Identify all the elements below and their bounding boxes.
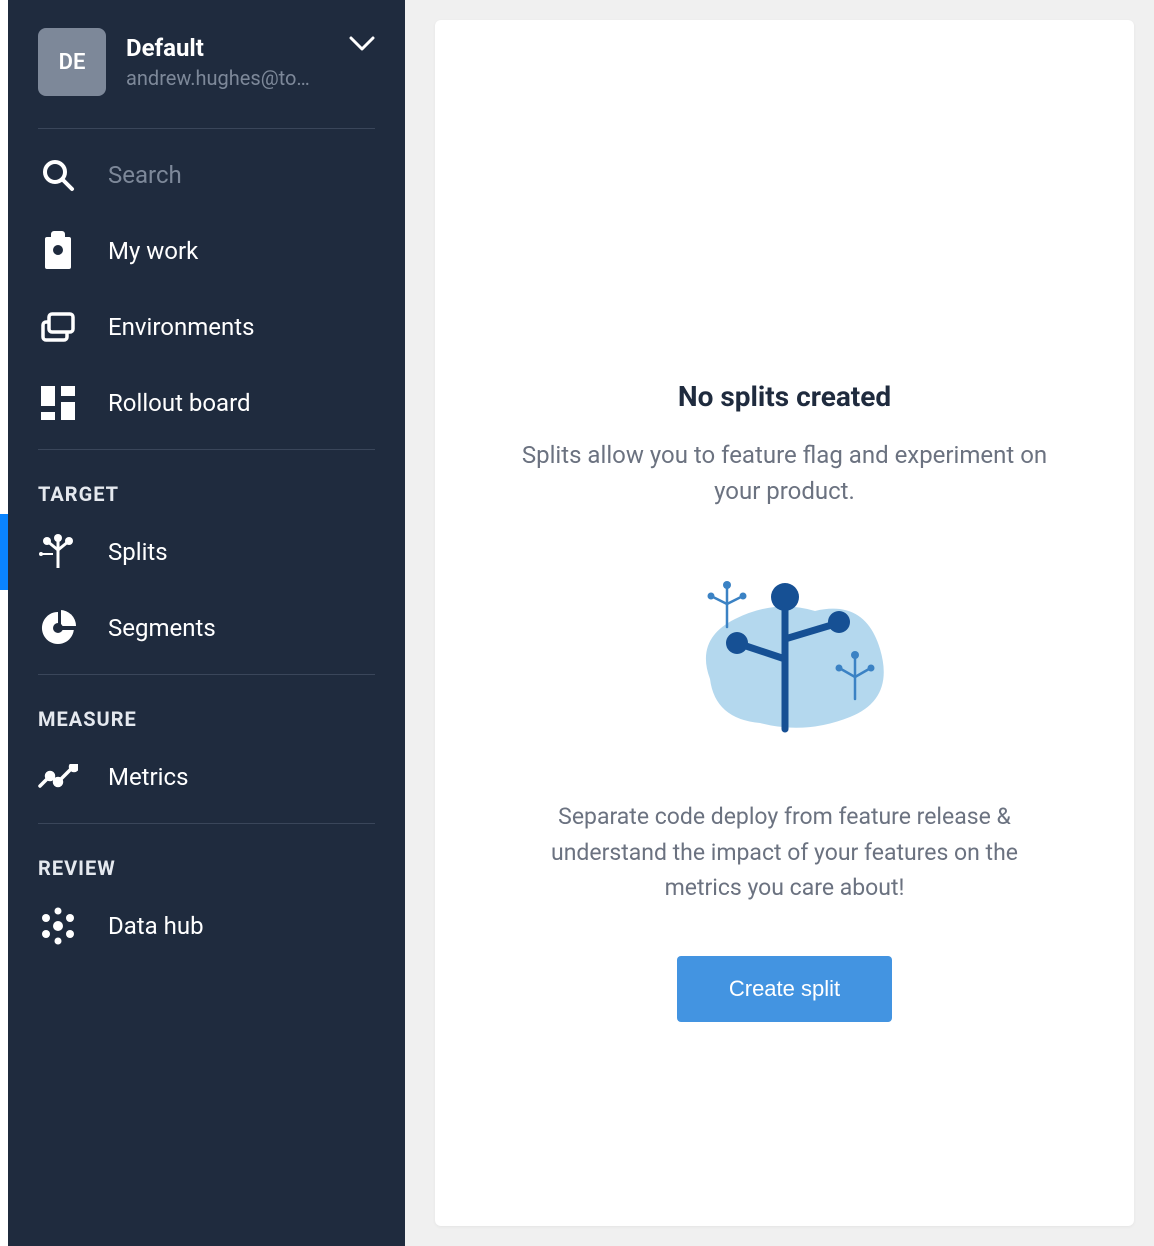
- content-card: No splits created Splits allow you to fe…: [435, 20, 1134, 1226]
- clipboard-user-icon: [38, 231, 78, 271]
- section-measure-header: MEASURE: [8, 683, 405, 739]
- nav-metrics-label: Metrics: [108, 763, 188, 791]
- sidebar-edge: [0, 0, 8, 1246]
- nav-environments-label: Environments: [108, 313, 254, 341]
- chevron-down-icon: [349, 36, 375, 52]
- workspace-email: andrew.hughes@to…: [126, 66, 375, 90]
- divider: [38, 823, 375, 824]
- datahub-icon: [38, 906, 78, 946]
- workspace-selector[interactable]: DE Default andrew.hughes@to…: [8, 0, 405, 120]
- nav-datahub[interactable]: Data hub: [8, 888, 405, 964]
- pie-icon: [38, 608, 78, 648]
- nav-search[interactable]: Search: [8, 137, 405, 213]
- section-review-header: REVIEW: [8, 832, 405, 888]
- workspace-badge: DE: [38, 28, 106, 96]
- split-icon: [38, 532, 78, 572]
- empty-subtitle: Splits allow you to feature flag and exp…: [515, 437, 1055, 509]
- nav-mywork-label: My work: [108, 237, 198, 265]
- empty-state: No splits created Splits allow you to fe…: [515, 380, 1055, 1022]
- nav-splits-label: Splits: [108, 538, 168, 566]
- empty-title: No splits created: [678, 380, 891, 413]
- layers-icon: [38, 307, 78, 347]
- nav-rollout-label: Rollout board: [108, 389, 251, 417]
- workspace-name: Default: [126, 34, 375, 62]
- nav-mywork[interactable]: My work: [8, 213, 405, 289]
- sidebar: DE Default andrew.hughes@to… Search My: [8, 0, 405, 1246]
- create-split-button[interactable]: Create split: [677, 956, 892, 1022]
- nav-search-label: Search: [108, 161, 182, 189]
- nav-metrics[interactable]: Metrics: [8, 739, 405, 815]
- split-illustration: [655, 549, 915, 749]
- workspace-info: Default andrew.hughes@to…: [126, 34, 375, 90]
- nav-segments-label: Segments: [108, 614, 216, 642]
- empty-description: Separate code deploy from feature releas…: [515, 799, 1055, 906]
- divider: [38, 128, 375, 129]
- grid-icon: [38, 383, 78, 423]
- search-icon: [38, 155, 78, 195]
- divider: [38, 674, 375, 675]
- nav-datahub-label: Data hub: [108, 912, 204, 940]
- section-target-header: TARGET: [8, 458, 405, 514]
- nav-splits[interactable]: Splits: [8, 514, 405, 590]
- nav-environments[interactable]: Environments: [8, 289, 405, 365]
- nav-segments[interactable]: Segments: [8, 590, 405, 666]
- nav-rollout[interactable]: Rollout board: [8, 365, 405, 441]
- main-content: No splits created Splits allow you to fe…: [405, 0, 1154, 1246]
- metrics-icon: [38, 757, 78, 797]
- divider: [38, 449, 375, 450]
